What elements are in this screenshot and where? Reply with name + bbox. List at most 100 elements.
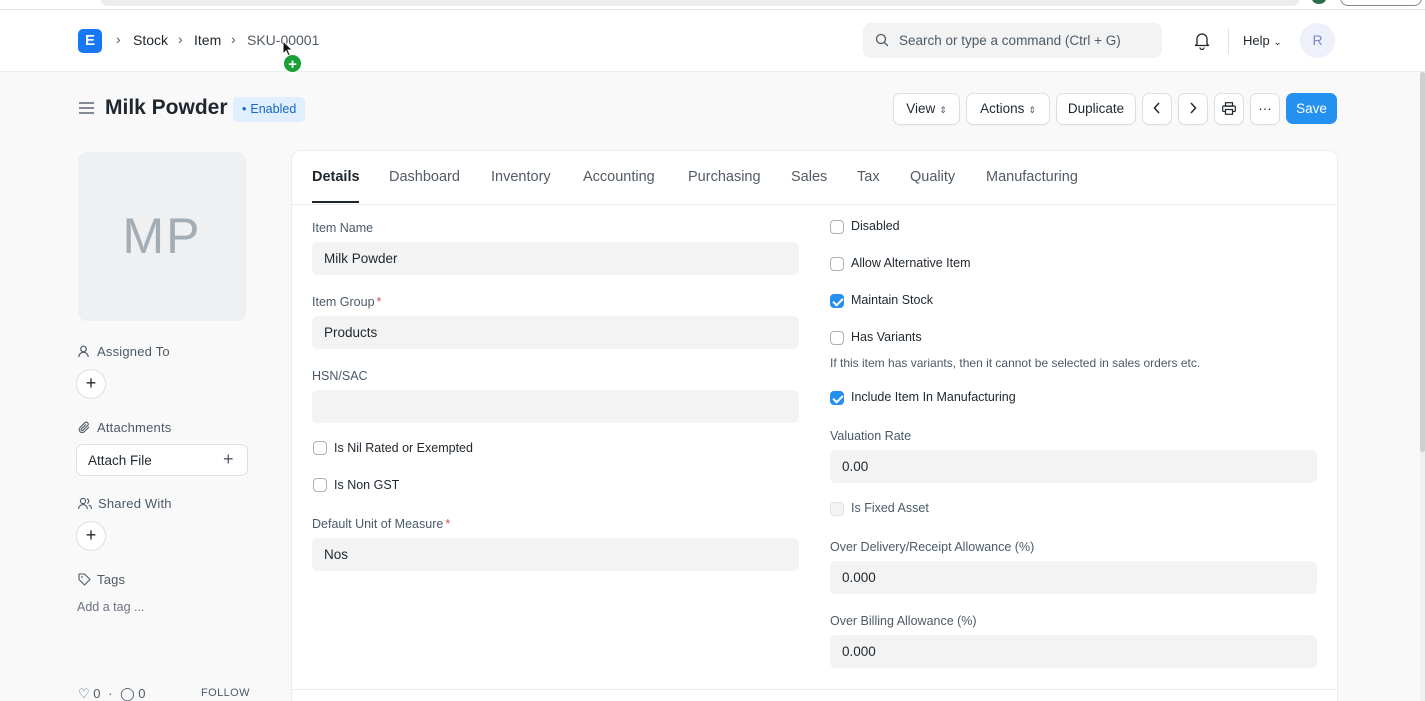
maintain-stock-label: Maintain Stock [851, 293, 933, 307]
chevron-right-icon: › [231, 31, 236, 47]
hsn-input[interactable] [312, 390, 799, 423]
breadcrumb-stock[interactable]: Stock [133, 32, 168, 48]
item-group-label: Item Group * [312, 295, 382, 309]
search-icon [875, 33, 889, 47]
item-form-card: Details Dashboard Inventory Accounting P… [291, 150, 1338, 701]
tab-purchasing[interactable]: Purchasing [688, 169, 761, 185]
scrollbar-thumb[interactable] [1420, 72, 1425, 452]
profile-dot [1312, 0, 1326, 4]
comment-icon[interactable]: ◯ [120, 686, 135, 701]
duplicate-button[interactable]: Duplicate [1056, 93, 1136, 125]
include-manufacturing-checkbox[interactable] [830, 391, 844, 405]
print-button[interactable] [1214, 93, 1244, 125]
fixed-asset-label: Is Fixed Asset [851, 501, 929, 515]
actions-button[interactable]: Actions ⇕ [966, 93, 1050, 125]
disabled-label: Disabled [851, 219, 900, 233]
chevron-down-icon: ⌄ [1273, 37, 1282, 48]
nil-rated-label: Is Nil Rated or Exempted [334, 441, 473, 455]
bell-icon[interactable] [1193, 31, 1211, 50]
over-delivery-input[interactable]: 0.000 [830, 561, 1317, 594]
include-manufacturing-label: Include Item In Manufacturing [851, 390, 1016, 404]
heart-icon[interactable]: ♡ [78, 686, 90, 701]
uom-label: Default Unit of Measure * [312, 517, 451, 531]
comments-count: 0 [138, 686, 146, 701]
search-bar[interactable]: Search or type a command (Ctrl + G) [863, 23, 1162, 58]
nil-rated-checkbox[interactable] [313, 441, 327, 455]
disabled-checkbox[interactable] [830, 220, 844, 234]
chevron-right-icon: › [178, 31, 183, 47]
top-navbar: E › Stock › Item › SKU-00001 Search or t… [0, 10, 1425, 72]
assigned-to-label: Assigned To [78, 344, 170, 359]
uom-input[interactable]: Nos [312, 538, 799, 571]
non-gst-checkbox[interactable] [313, 478, 327, 492]
tag-icon [78, 573, 91, 586]
add-share-button[interactable]: + [76, 521, 106, 551]
tab-dashboard[interactable]: Dashboard [389, 169, 460, 185]
tab-details[interactable]: Details [312, 169, 360, 185]
tab-accounting[interactable]: Accounting [583, 169, 655, 185]
breadcrumb-item[interactable]: Item [194, 32, 221, 48]
follow-button[interactable]: FOLLOW [201, 687, 250, 699]
valuation-rate-input[interactable]: 0.00 [830, 450, 1317, 483]
chevron-left-icon [1153, 102, 1160, 114]
navbar-divider [1228, 28, 1229, 54]
more-options-button[interactable]: ··· [1250, 93, 1280, 125]
item-group-input[interactable]: Products [312, 316, 799, 349]
likes-count: 0 [93, 686, 101, 701]
tab-inventory[interactable]: Inventory [491, 169, 551, 185]
allow-alternative-checkbox[interactable] [830, 257, 844, 271]
next-button[interactable] [1178, 93, 1208, 125]
item-name-input[interactable]: Milk Powder [312, 242, 799, 275]
page-title: Milk Powder [105, 96, 228, 119]
non-gst-label: Is Non GST [334, 478, 400, 492]
like-comment-counts: ♡ 0 · ◯ 0 [78, 686, 146, 701]
has-variants-label: Has Variants [851, 330, 922, 344]
browser-chrome-strip [0, 0, 1425, 10]
paperclip-icon [78, 421, 90, 434]
sidebar-toggle-icon[interactable] [79, 101, 94, 115]
plus-icon: + [223, 449, 234, 469]
add-tag-link[interactable]: Add a tag ... [77, 600, 144, 614]
has-variants-checkbox[interactable] [830, 331, 844, 345]
shared-with-label: Shared With [78, 496, 172, 511]
save-button[interactable]: Save [1286, 93, 1337, 124]
app-logo[interactable]: E [78, 29, 102, 53]
sort-icon: ⇕ [1028, 105, 1036, 115]
page-scrollbar[interactable] [1420, 72, 1425, 701]
help-menu[interactable]: Help ⌄ [1243, 33, 1282, 48]
search-placeholder: Search or type a command (Ctrl + G) [899, 33, 1121, 48]
active-tab-indicator [312, 201, 359, 203]
hsn-label: HSN/SAC [312, 369, 368, 383]
user-avatar[interactable]: R [1300, 23, 1335, 58]
add-plus-icon: + [283, 54, 302, 73]
tags-label: Tags [78, 572, 125, 587]
item-name-label: Item Name [312, 221, 374, 235]
sort-icon: ⇕ [939, 105, 947, 115]
address-bar-edge [100, 0, 1300, 6]
valuation-rate-label: Valuation Rate [830, 429, 912, 443]
maintain-stock-checkbox[interactable] [830, 294, 844, 308]
add-assignee-button[interactable]: + [76, 369, 106, 399]
chevron-right-icon: › [116, 31, 121, 47]
over-billing-label: Over Billing Allowance (%) [830, 614, 977, 628]
printer-icon [1222, 102, 1236, 115]
attachments-label: Attachments [78, 420, 171, 435]
over-billing-input[interactable]: 0.000 [830, 635, 1317, 668]
has-variants-description: If this item has variants, then it canno… [830, 356, 1201, 370]
section-divider [292, 689, 1337, 690]
users-icon [78, 497, 92, 510]
tab-manufacturing[interactable]: Manufacturing [986, 169, 1078, 185]
tab-tax[interactable]: Tax [857, 169, 880, 185]
browser-button-edge [1340, 0, 1422, 6]
form-tabs: Details Dashboard Inventory Accounting P… [292, 151, 1337, 205]
attach-file-button[interactable]: Attach File + [76, 444, 248, 476]
status-badge: Enabled [233, 97, 306, 122]
fixed-asset-checkbox[interactable] [830, 502, 844, 516]
tab-quality[interactable]: Quality [910, 169, 955, 185]
allow-alternative-label: Allow Alternative Item [851, 256, 971, 270]
previous-button[interactable] [1142, 93, 1172, 125]
tab-sales[interactable]: Sales [791, 169, 827, 185]
view-button[interactable]: View ⇕ [893, 93, 960, 125]
over-delivery-label: Over Delivery/Receipt Allowance (%) [830, 540, 1035, 554]
item-image-placeholder[interactable]: MP [78, 152, 246, 321]
